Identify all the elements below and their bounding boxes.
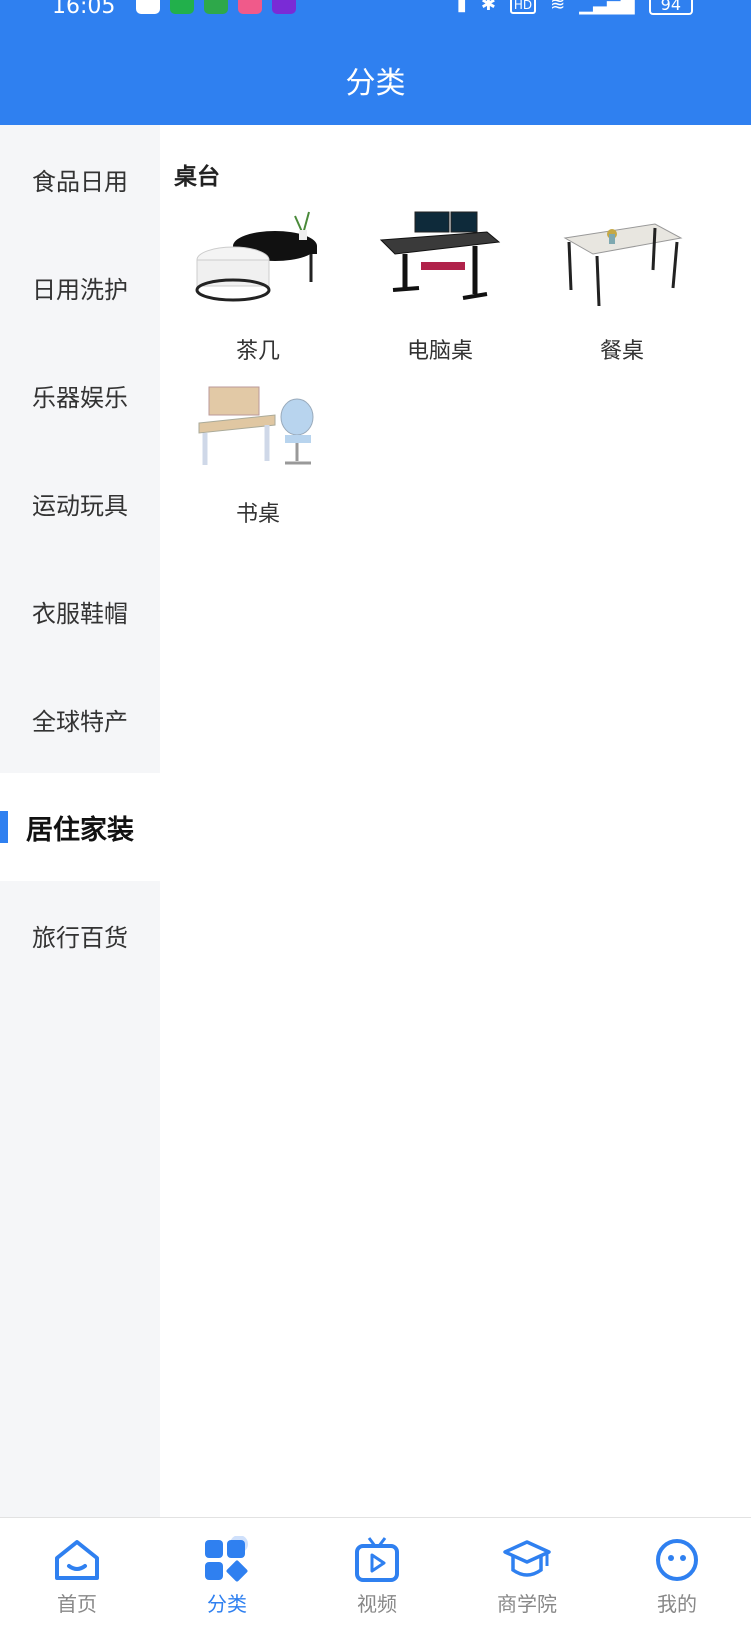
video-icon xyxy=(351,1536,403,1584)
bluetooth-icon: ✱ xyxy=(480,0,496,15)
tab-category[interactable]: 分类 xyxy=(152,1518,302,1625)
hd-icon: HD xyxy=(509,0,537,14)
sidebar-item-label: 运动玩具 xyxy=(32,491,128,520)
product-name: 书桌 xyxy=(235,502,280,527)
sidebar-item-label: 全球特产 xyxy=(32,707,128,736)
home-icon xyxy=(51,1536,103,1584)
sidebar-item-specialties[interactable]: 全球特产 xyxy=(0,665,160,773)
page-title: 分类 xyxy=(345,66,406,101)
bottom-tab-bar: 首页 分类 视频 商学院 我的 xyxy=(0,1517,751,1625)
battery-icon: 94 xyxy=(648,0,693,15)
wifi-icon: ≋ xyxy=(550,0,566,15)
app-header: 16:05 ▮ ✱ HD ≋ ▁▃▅▇ 94 分类 xyxy=(0,0,751,125)
academy-icon xyxy=(501,1536,553,1584)
active-indicator xyxy=(0,811,8,843)
tab-label: 视频 xyxy=(357,1592,397,1616)
tab-home[interactable]: 首页 xyxy=(2,1518,152,1625)
sidebar-item-label: 日用洗护 xyxy=(32,275,128,304)
tab-label: 商学院 xyxy=(497,1592,557,1616)
sidebar-item-toiletries[interactable]: 日用洗护 xyxy=(0,233,160,341)
product-study-desk[interactable]: 书桌 xyxy=(168,373,348,528)
app-notification-icon xyxy=(238,0,262,14)
signal-icon: ▁▃▅▇ xyxy=(579,0,635,15)
sidebar-item-label: 衣服鞋帽 xyxy=(32,599,128,628)
app-notification-icon xyxy=(170,0,194,14)
product-coffee-table[interactable]: 茶几 xyxy=(168,210,348,365)
computer-desk-image xyxy=(375,210,505,325)
notification-icons xyxy=(136,0,296,14)
tab-academy[interactable]: 商学院 xyxy=(452,1518,602,1625)
sidebar-item-food[interactable]: 食品日用 xyxy=(0,125,160,233)
sidebar-item-travel[interactable]: 旅行百货 xyxy=(0,881,160,989)
study-desk-image xyxy=(193,373,323,488)
sidebar-item-label: 乐器娱乐 xyxy=(32,383,128,412)
dining-table-image xyxy=(557,210,687,325)
product-name: 茶几 xyxy=(235,339,280,364)
vibrate-icon: ▮ xyxy=(456,0,467,15)
sidebar-item-label: 旅行百货 xyxy=(32,923,128,952)
product-computer-desk[interactable]: 电脑桌 xyxy=(350,210,530,365)
sidebar-item-label: 食品日用 xyxy=(32,167,128,196)
sidebar-item-instruments[interactable]: 乐器娱乐 xyxy=(0,341,160,449)
sidebar-item-clothing[interactable]: 衣服鞋帽 xyxy=(0,557,160,665)
coffee-table-image xyxy=(193,210,323,325)
app-notification-icon xyxy=(272,0,296,14)
app-notification-icon xyxy=(136,0,160,14)
sidebar-item-sports-toys[interactable]: 运动玩具 xyxy=(0,449,160,557)
sidebar-item-home-decor[interactable]: 居住家装 xyxy=(0,773,160,881)
product-dining-table[interactable]: 餐桌 xyxy=(532,210,712,365)
phone-notification-icon xyxy=(204,0,228,14)
tab-label: 我的 xyxy=(657,1592,697,1616)
tab-label: 分类 xyxy=(207,1592,247,1616)
section-title: 桌台 xyxy=(174,164,220,190)
sidebar-item-label: 居住家装 xyxy=(26,814,134,846)
tab-video[interactable]: 视频 xyxy=(302,1518,452,1625)
status-time: 16:05 xyxy=(52,0,116,19)
tab-profile[interactable]: 我的 xyxy=(602,1518,751,1625)
tab-label: 首页 xyxy=(57,1592,97,1616)
status-bar: 16:05 ▮ ✱ HD ≋ ▁▃▅▇ 94 xyxy=(0,0,751,22)
product-name: 电脑桌 xyxy=(406,339,473,364)
category-icon xyxy=(201,1535,253,1584)
profile-icon xyxy=(651,1536,703,1584)
product-name: 餐桌 xyxy=(599,339,644,364)
system-icons: ▮ ✱ HD ≋ ▁▃▅▇ 94 xyxy=(457,0,693,15)
category-sidebar: 食品日用 日用洗护 乐器娱乐 运动玩具 衣服鞋帽 全球特产 居住家装 旅行百货 xyxy=(0,125,160,1517)
